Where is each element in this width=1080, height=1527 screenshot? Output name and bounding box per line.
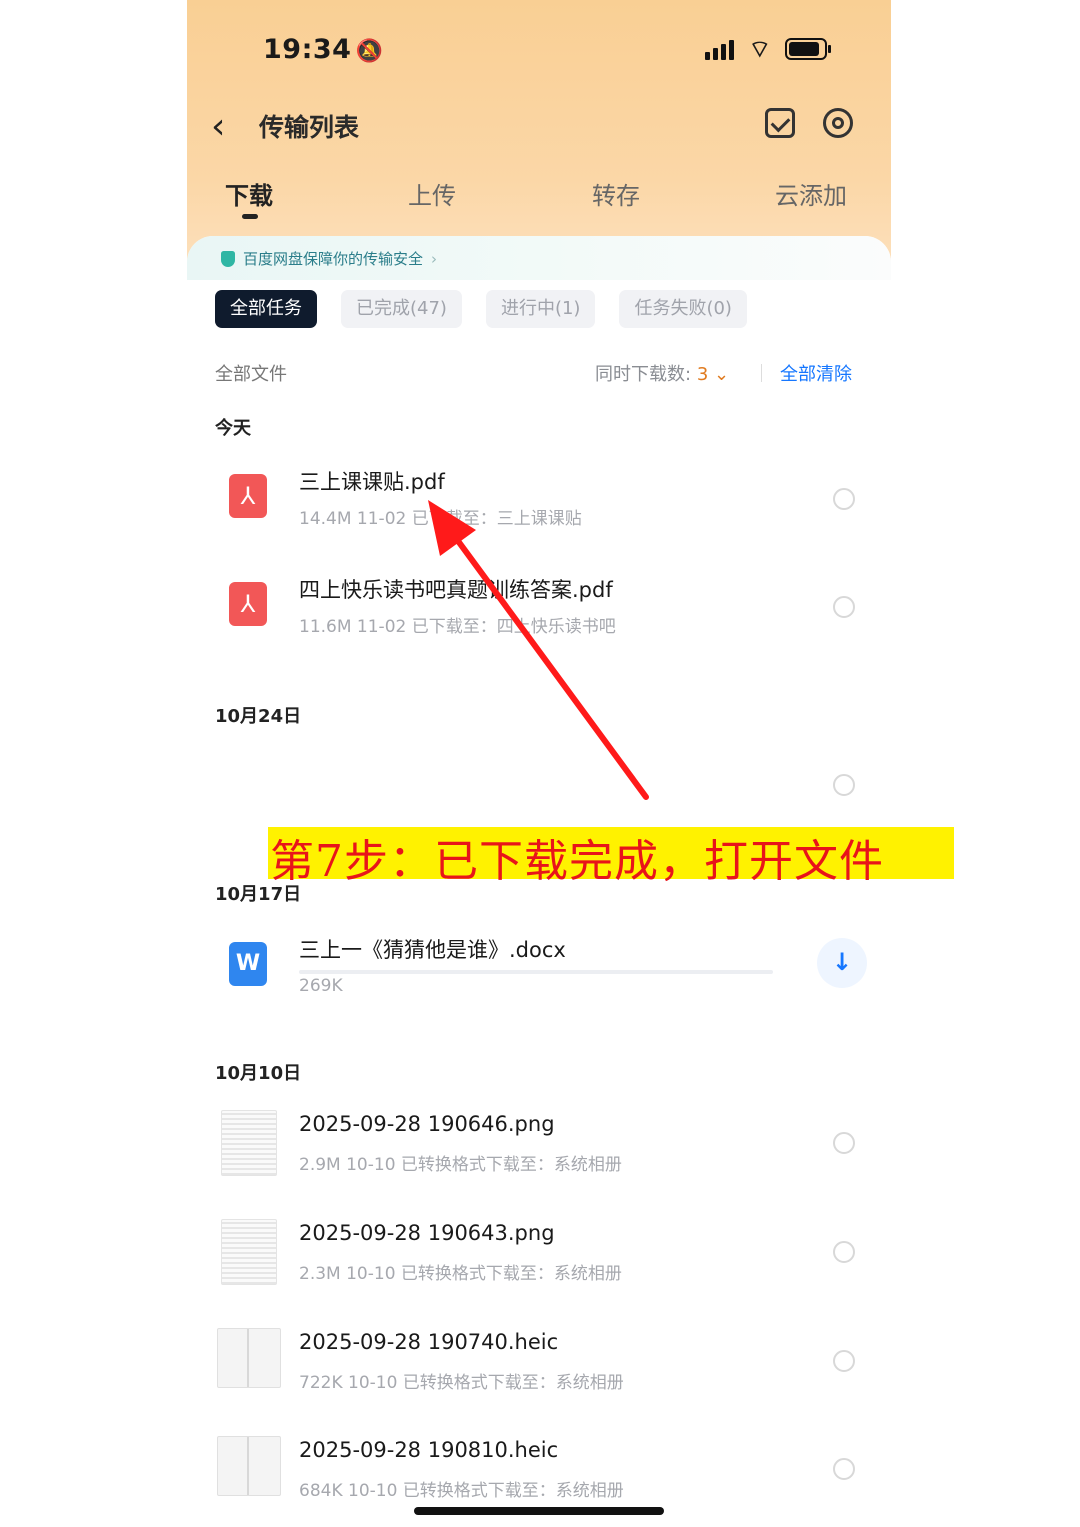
- shield-icon: [221, 250, 235, 267]
- download-arrow-icon[interactable]: ↓: [817, 938, 867, 988]
- tab-cloud-add[interactable]: 云添加: [775, 176, 847, 211]
- file-row[interactable]: ⅄ 四上快乐读书吧真题训练答案.pdf 11.6M 11-02 已下载至：四上快…: [187, 566, 891, 662]
- annotation-text: 第7步：已下载完成，打开文件: [270, 836, 884, 887]
- image-thumbnail: [221, 1219, 277, 1285]
- tab-download[interactable]: 下载: [225, 176, 273, 211]
- word-icon: W: [229, 942, 267, 986]
- filter-completed[interactable]: 已完成(47): [341, 290, 462, 328]
- tab-bar: 下载 上传 转存 云添加: [187, 172, 891, 222]
- section-date: 10月24日: [215, 706, 302, 727]
- concurrent-download-select[interactable]: 同时下载数: 3 ⌄: [595, 360, 729, 386]
- file-name: 四上快乐读书吧真题训练答案.pdf: [299, 578, 613, 602]
- file-meta: 269K: [299, 976, 343, 996]
- select-radio[interactable]: [833, 1241, 855, 1263]
- nav-bar: ‹ 传输列表: [187, 100, 891, 156]
- pdf-icon: ⅄: [229, 582, 267, 626]
- file-meta: 14.4M 11-02 已下载至：三上课课贴: [299, 509, 582, 529]
- section-date: 10月10日: [215, 1063, 302, 1084]
- annotation-banner: 第7步：已下载完成，打开文件: [268, 827, 954, 887]
- file-name: 2025-09-28 190643.png: [299, 1221, 555, 1245]
- tab-active-indicator: [242, 214, 258, 219]
- tab-save[interactable]: 转存: [592, 176, 640, 211]
- chevron-down-icon: ⌄: [708, 364, 730, 385]
- file-row[interactable]: 2025-09-28 190740.heic 722K 10-10 已转换格式下…: [187, 1320, 891, 1416]
- filter-failed[interactable]: 任务失败(0): [619, 290, 747, 328]
- filter-in-progress[interactable]: 进行中(1): [485, 290, 596, 328]
- select-radio[interactable]: [833, 774, 855, 796]
- file-meta: 2.3M 10-10 已转换格式下载至：系统相册: [299, 1264, 622, 1284]
- file-meta: 684K 10-10 已转换格式下载至：系统相册: [299, 1481, 624, 1501]
- filter-all[interactable]: 全部任务: [215, 290, 317, 328]
- task-filters: 全部任务 已完成(47) 进行中(1) 任务失败(0): [215, 290, 747, 328]
- image-thumbnail: [217, 1436, 281, 1496]
- all-files-label: 全部文件: [215, 364, 287, 385]
- file-row[interactable]: ⅄ 三上课课贴.pdf 14.4M 11-02 已下载至：三上课课贴: [187, 458, 891, 554]
- select-radio[interactable]: [833, 596, 855, 618]
- wifi-icon: ⌔: [748, 35, 771, 63]
- status-time: 19:34 🔕: [263, 34, 384, 65]
- battery-icon: [785, 38, 831, 60]
- select-radio[interactable]: [833, 1350, 855, 1372]
- multi-select-icon[interactable]: [765, 108, 795, 138]
- select-radio[interactable]: [833, 1458, 855, 1480]
- file-name: 三上课课贴.pdf: [299, 470, 445, 494]
- phone-screen: 19:34 🔕 ⌔ ‹ 传输列表 下载 上传 转存 云添加 百度网盘保障你的传输安…: [187, 0, 891, 1527]
- settings-icon[interactable]: [823, 108, 853, 138]
- file-meta: 11.6M 11-02 已下载至：四上快乐读书吧: [299, 617, 616, 637]
- file-name: 2025-09-28 190646.png: [299, 1112, 555, 1136]
- file-row[interactable]: 2025-09-28 190643.png 2.3M 10-10 已转换格式下载…: [187, 1211, 891, 1307]
- section-today: 今天: [215, 418, 251, 439]
- file-name: 三上一《猜猜他是谁》.docx: [299, 938, 566, 962]
- select-radio[interactable]: [833, 488, 855, 510]
- home-indicator: [414, 1507, 664, 1515]
- tab-upload[interactable]: 上传: [408, 176, 456, 211]
- signal-icon: [705, 38, 735, 60]
- back-icon[interactable]: ‹: [211, 106, 225, 147]
- image-thumbnail: [217, 1328, 281, 1388]
- security-notice[interactable]: 百度网盘保障你的传输安全 ›: [221, 248, 437, 269]
- clear-all-button[interactable]: 全部清除: [780, 360, 852, 386]
- file-meta: 2.9M 10-10 已转换格式下载至：系统相册: [299, 1155, 622, 1175]
- file-name: 2025-09-28 190810.heic: [299, 1438, 559, 1462]
- file-row[interactable]: 2025-09-28 190646.png 2.9M 10-10 已转换格式下载…: [187, 1102, 891, 1198]
- pdf-icon: ⅄: [229, 474, 267, 518]
- security-notice-text: 百度网盘保障你的传输安全: [243, 250, 424, 268]
- file-name: 2025-09-28 190740.heic: [299, 1330, 559, 1354]
- image-thumbnail: [221, 1110, 277, 1176]
- bell-muted-icon: 🔕: [355, 39, 384, 64]
- download-progress: [299, 970, 773, 974]
- file-row-downloading[interactable]: W 三上一《猜猜他是谁》.docx 269K ↓: [187, 926, 891, 1022]
- concurrent-value: 3: [696, 364, 709, 385]
- page-title: 传输列表: [259, 113, 360, 142]
- divider: [761, 364, 762, 382]
- file-meta: 722K 10-10 已转换格式下载至：系统相册: [299, 1373, 624, 1393]
- status-icons: ⌔: [705, 35, 831, 63]
- concurrent-label: 同时下载数:: [595, 364, 692, 385]
- chevron-right-icon: ›: [431, 249, 438, 268]
- select-radio[interactable]: [833, 1132, 855, 1154]
